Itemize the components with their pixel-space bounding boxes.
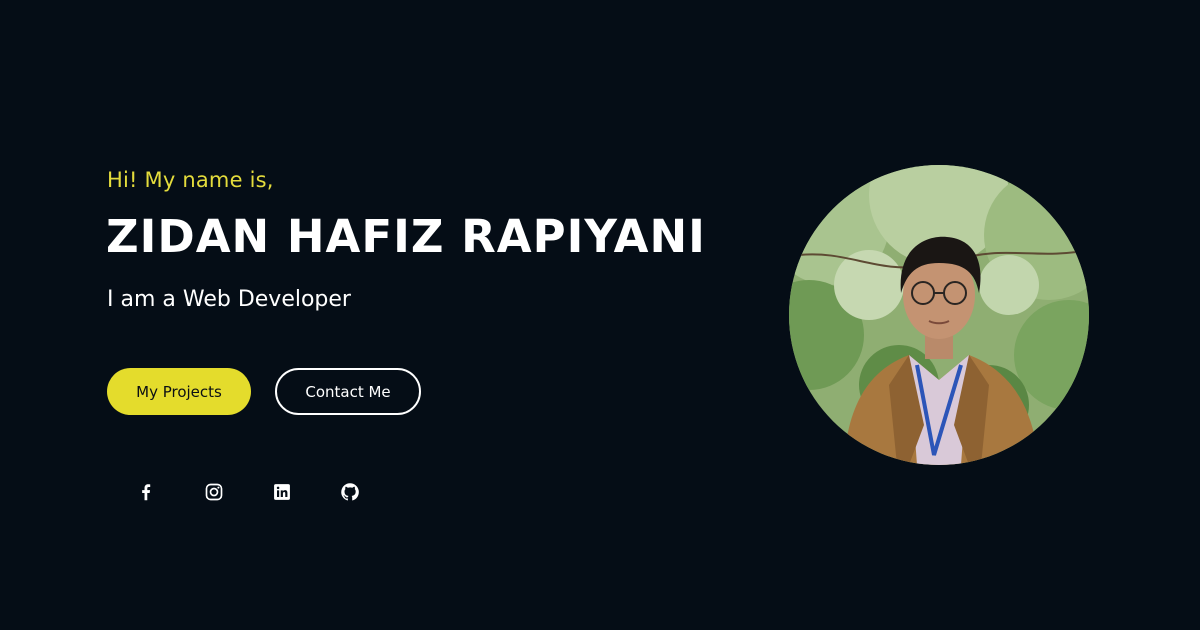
facebook-icon [142, 484, 151, 501]
instagram-link[interactable] [200, 478, 228, 506]
my-projects-button[interactable]: My Projects [107, 368, 251, 415]
page-title: ZIDAN HAFIZ RAPIYANI [106, 210, 706, 263]
greeting-text: Hi! My name is, [107, 168, 274, 192]
github-link[interactable] [336, 478, 364, 506]
contact-me-button[interactable]: Contact Me [275, 368, 421, 415]
hero-section: Hi! My name is, ZIDAN HAFIZ RAPIYANI I a… [0, 0, 1200, 630]
github-icon [341, 483, 359, 501]
portrait-illustration [789, 165, 1089, 465]
role-text: I am a Web Developer [107, 287, 351, 312]
linkedin-icon [274, 484, 290, 500]
profile-photo [789, 165, 1089, 465]
linkedin-link[interactable] [268, 478, 296, 506]
facebook-link[interactable] [132, 478, 160, 506]
instagram-icon [205, 483, 223, 501]
social-links [132, 478, 364, 506]
